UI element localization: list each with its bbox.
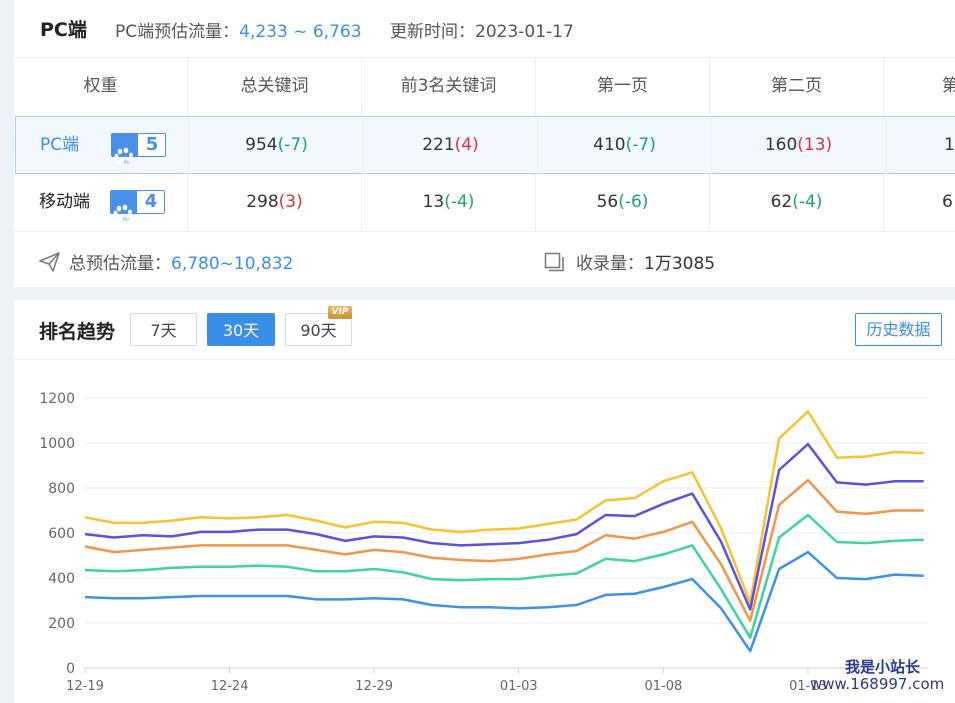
paper-plane-icon	[39, 252, 61, 277]
cell-value: 6	[942, 192, 953, 212]
watermark-url: www.168997.com	[810, 675, 945, 693]
series-line-2	[84, 442, 924, 611]
page1-cell: 410(-7)	[538, 117, 712, 174]
indexed-value: 1万3085	[644, 254, 716, 274]
svg-text:du: du	[124, 160, 130, 166]
indexed-count: 收录量：1万3085	[544, 249, 715, 277]
column-header: 权重	[14, 58, 188, 115]
page3-cell: 6	[884, 174, 955, 231]
table-row-pc[interactable]: PC端 du 5 954(-7) 221(4) 410(-7) 160(13) …	[15, 116, 955, 174]
range-7-days-button[interactable]: 7天	[130, 313, 197, 346]
cell-value: 160	[764, 135, 798, 155]
total-flow-value: 6,780~10,832	[171, 254, 294, 274]
cell-delta: (-4)	[792, 192, 823, 212]
y-tick-label: 200	[48, 616, 75, 632]
cell-delta: (-6)	[618, 192, 649, 212]
svg-text:du: du	[123, 217, 129, 223]
x-tick-label: 01-03	[500, 679, 538, 694]
cell-delta: (-4)	[444, 192, 475, 212]
weight-value: 4	[144, 191, 158, 212]
watermark-text: 我是小站长	[845, 658, 921, 676]
ranking-trend-chart: 0 200 400 600 800 1000 1200 12-19 12-24 12-29 01-0…	[39, 391, 928, 694]
pc-flow-estimate: PC端预估流量：4,233 ~ 6,763	[115, 17, 362, 42]
platform-cell: 移动端 du 4	[14, 174, 188, 231]
cell-delta: (4)	[454, 135, 479, 155]
update-time-label: 更新时间：	[390, 22, 475, 42]
page2-cell: 160(13)	[712, 117, 886, 174]
weight-value: 5	[145, 134, 159, 155]
page2-cell: 62(-4)	[710, 174, 884, 231]
indexed-label: 收录量：	[576, 254, 644, 274]
cell-delta: (-7)	[277, 135, 308, 155]
baidu-paw-icon: du	[111, 191, 137, 223]
cell-value: 221	[422, 135, 455, 155]
y-tick-label: 1200	[39, 391, 75, 407]
cell-value: 56	[596, 192, 619, 212]
total-keywords-cell: 954(-7)	[190, 117, 364, 174]
platform-label-pc[interactable]: PC端	[40, 117, 79, 174]
cell-value: 954	[245, 135, 278, 155]
total-flow-label: 总预估流量：	[69, 254, 171, 274]
cell-delta: (13)	[797, 135, 833, 155]
x-tick-label: 01-08	[645, 679, 683, 694]
cell-value: 13	[422, 192, 445, 212]
platform-label-mobile[interactable]: 移动端	[39, 174, 90, 231]
page-title: PC端	[40, 19, 87, 41]
history-data-button[interactable]: 历史数据	[855, 313, 942, 346]
y-tick-label: 0	[66, 661, 75, 677]
x-tick-label: 12-29	[355, 679, 393, 694]
cell-value: 410	[593, 135, 626, 155]
x-tick-label: 12-19	[66, 679, 104, 694]
update-time: 更新时间：2023-01-17	[390, 17, 574, 42]
x-tick-label: 12-24	[211, 679, 249, 694]
table-header-row: 权重 总关键词 前3名关键词 第一页 第二页 第	[14, 58, 955, 115]
platform-cell: PC端 du 5	[15, 117, 189, 174]
column-header: 前3名关键词	[362, 58, 536, 115]
range-30-days-button[interactable]: 30天	[207, 313, 275, 346]
keyword-overview-card: PC端 PC端预估流量：4,233 ~ 6,763 更新时间：2023-01-1…	[14, 0, 955, 287]
y-tick-label: 1000	[39, 436, 75, 452]
update-time-value: 2023-01-17	[475, 22, 574, 42]
top3-keywords-cell: 13(-4)	[362, 174, 536, 231]
baidu-weight-badge: du 5	[111, 133, 166, 166]
table-row-mobile[interactable]: 移动端 du 4 298(3) 13(-4) 56(-6) 62(-4) 6	[14, 174, 955, 232]
series-line-1	[84, 410, 924, 605]
column-header: 第一页	[536, 58, 710, 115]
total-flow-estimate: 总预估流量：6,780~10,832	[39, 249, 293, 277]
cell-value: 13	[944, 135, 955, 155]
baidu-paw-icon: du	[112, 134, 138, 166]
cell-value: 62	[770, 192, 793, 212]
series-line-3	[84, 478, 924, 623]
ranking-trend-card: 排名趋势 7天 30天 90天 VIP 历史数据 0 200 400 600 800 10…	[14, 300, 955, 703]
y-tick-label: 400	[48, 571, 75, 587]
overview-header: PC端 PC端预估流量：4,233 ~ 6,763 更新时间：2023-01-1…	[14, 0, 955, 58]
y-tick-label: 600	[48, 526, 75, 542]
page1-cell: 56(-6)	[536, 174, 710, 231]
summary-bar: 总预估流量：6,780~10,832 收录量：1万3085	[14, 232, 955, 287]
copy-pages-icon	[544, 252, 566, 277]
cell-value: 298	[246, 192, 279, 212]
column-header: 第	[942, 76, 955, 96]
baidu-weight-badge: du 4	[110, 190, 165, 223]
top3-keywords-cell: 221(4)	[364, 117, 538, 174]
cell-delta: (3)	[278, 192, 303, 212]
column-header: 第二页	[710, 58, 884, 115]
pc-flow-value: 4,233 ~ 6,763	[239, 22, 362, 42]
trend-title: 排名趋势	[39, 321, 116, 343]
pc-flow-label: PC端预估流量：	[115, 22, 240, 42]
page3-cell: 13	[886, 117, 955, 174]
vip-badge: VIP	[328, 306, 352, 319]
total-keywords-cell: 298(3)	[188, 174, 362, 231]
y-tick-label: 800	[48, 481, 75, 497]
column-header: 总关键词	[188, 58, 362, 115]
cell-delta: (-7)	[625, 135, 656, 155]
